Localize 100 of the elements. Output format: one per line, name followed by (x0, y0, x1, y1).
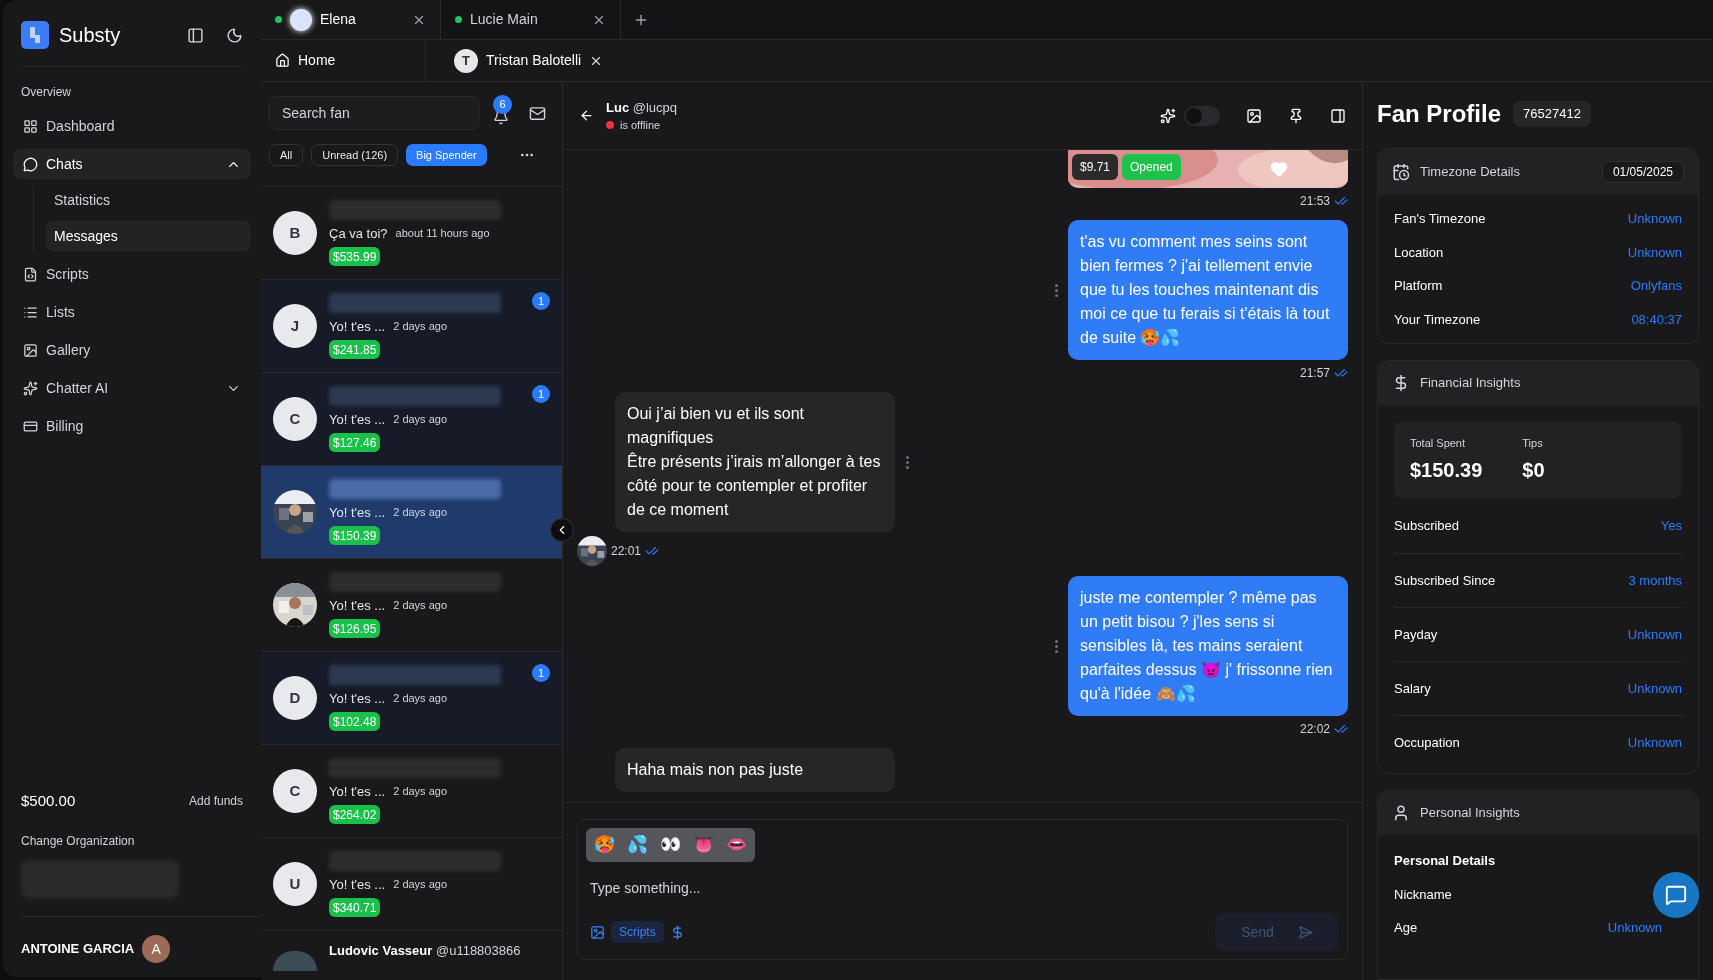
message-time: 21:53 (1299, 193, 1330, 210)
ai-toggle[interactable] (1184, 105, 1220, 126)
mail-icon[interactable] (529, 104, 546, 122)
card-title: Financial Insights (1420, 374, 1521, 393)
filter-chip[interactable]: Unread (126) (311, 144, 399, 166)
field-label: Your Timezone (1394, 310, 1481, 329)
page-tab[interactable]: Tristan Balotelli (486, 50, 582, 71)
price-badge: $9.71 (1072, 154, 1119, 180)
account-tab[interactable]: Elena (261, 0, 441, 39)
nav-item[interactable]: Dashboard (13, 111, 251, 141)
sidebar-toggle-icon[interactable] (187, 26, 204, 44)
panel-title: Fan Profile (1377, 99, 1502, 129)
pin-icon[interactable] (1288, 107, 1304, 124)
filter-chip[interactable]: Big Spender (406, 144, 487, 166)
collapse-button[interactable] (550, 518, 574, 542)
nav-item[interactable]: Chatter AI (13, 373, 251, 403)
message-time: 2 days ago (393, 784, 448, 800)
field-value: Unknown (1627, 625, 1682, 644)
chat-list-item[interactable]: D Yo! t'es ... 2 days ago $102.48 1 (261, 652, 562, 745)
section-heading: Personal Details (1394, 852, 1497, 870)
unread-badge: 1 (532, 385, 550, 403)
emoji-button[interactable]: 💦 (627, 832, 648, 858)
stat-value: $150.39 (1410, 458, 1483, 484)
avatar (273, 951, 317, 971)
message-bubble: t'as vu comment mes seins sont bien fermes ? j'ai tellement envie que tu les touches maintenant dis moi ce que tu ferais si t'étais là tout de suite 🥵💦 (1068, 220, 1348, 360)
message-preview: Yo! t'es ... (329, 317, 386, 336)
nav-item[interactable]: Lists (13, 297, 251, 327)
field-label: Subscribed (1394, 517, 1460, 536)
nav-item[interactable]: Scripts (13, 259, 251, 289)
chat-bubble-icon (1665, 884, 1687, 906)
filter-chip[interactable]: All (269, 144, 304, 166)
unread-badge: 1 (532, 292, 550, 310)
message-menu-icon[interactable] (1054, 283, 1058, 297)
message-bubble: juste me contempler ? même pas un petit bisou ? j'les sens si sensibles là, tes mains seraient parfaites dessus 😈 j' frissonne rien qu'à l'idée 🙈💦 (1068, 576, 1348, 716)
nav-icon (23, 418, 38, 434)
support-chat-button[interactable] (1653, 872, 1699, 918)
field-label: Location (1394, 243, 1444, 262)
avatar: D (273, 676, 317, 720)
field-value: 08:40:37 (1631, 310, 1682, 329)
chat-list-item[interactable]: Yo! t'es ... 2 days ago $150.39 (261, 466, 562, 559)
field-label: Occupation (1394, 733, 1460, 752)
read-receipt-icon (645, 544, 660, 558)
avatar: C (273, 397, 317, 441)
spend-badge: $102.48 (329, 712, 381, 732)
avatar: T (454, 48, 478, 73)
spend-badge: $127.46 (329, 433, 381, 453)
dark-mode-icon[interactable] (226, 26, 243, 44)
user-name: ANTOINE GARCIA (21, 940, 135, 959)
home-icon (275, 53, 290, 68)
user-avatar[interactable]: A (142, 935, 171, 963)
message-preview: Yo! t'es ... (329, 875, 386, 894)
nav-icon (23, 304, 38, 320)
chat-list-item[interactable]: U Yo! t'es ... 2 days ago $340.71 (261, 838, 562, 931)
field-value: Yes (1660, 517, 1682, 536)
panel-icon[interactable] (1330, 107, 1346, 124)
contact-name: Luc @lucpq (606, 98, 678, 117)
chat-list-item[interactable]: C Yo! t'es ... 2 days ago $264.02 (261, 745, 562, 838)
message-input[interactable]: Type something... (586, 878, 1339, 899)
message-preview: Yo! t'es ... (329, 410, 386, 429)
chat-list-item[interactable]: Yo! t'es ... 2 days ago $126.95 (261, 559, 562, 652)
media-message[interactable]: $9.71 Opened (1068, 150, 1348, 188)
message-bubble: Haha mais non pas juste (615, 748, 895, 792)
back-icon[interactable] (579, 108, 594, 123)
date-badge: 01/05/2025 (1601, 161, 1684, 183)
nav-icon (23, 156, 38, 172)
page-tab[interactable]: Home (298, 50, 336, 71)
balance: $500.00 (21, 790, 76, 811)
search-field[interactable]: Search fan (269, 96, 479, 130)
field-label: Salary (1394, 679, 1431, 698)
field-value: Unknown (1627, 243, 1682, 262)
add-funds-link[interactable]: Add funds (188, 791, 243, 810)
nav-subitem[interactable]: Messages (46, 221, 251, 251)
nav-item[interactable]: Billing (13, 411, 251, 441)
nav-item[interactable]: Chats (13, 149, 251, 179)
message-preview: Yo! t'es ... (329, 782, 386, 801)
field-label: Payday (1394, 625, 1438, 644)
nav-subitem[interactable]: Statistics (46, 185, 251, 215)
spend-badge: $126.95 (329, 619, 381, 639)
message-menu-icon[interactable] (1054, 639, 1058, 653)
spend-badge: $264.02 (329, 805, 381, 825)
scripts-button[interactable]: Scripts (611, 921, 664, 943)
field-value: Unknown (1607, 919, 1662, 937)
send-icon (1297, 924, 1313, 940)
status-text: is offline (620, 118, 661, 133)
fan-id-badge: 76527412 (1513, 101, 1591, 127)
logo-icon (21, 21, 49, 49)
nav-item[interactable]: Gallery (13, 335, 251, 365)
chat-list-item[interactable]: B Ça va toi? about 11 hours ago $535.99 (261, 187, 562, 280)
card-title: Timezone Details (1420, 163, 1521, 182)
message-preview: Yo! t'es ... (329, 503, 386, 522)
field-label: Platform (1394, 277, 1443, 295)
chat-list-item[interactable]: C Yo! t'es ... 2 days ago $127.46 1 (261, 373, 562, 466)
chat-list-item[interactable]: J Yo! t'es ... 2 days ago $241.85 1 (261, 280, 562, 373)
field-value: Onlyfans (1630, 277, 1682, 295)
message-menu-icon[interactable] (905, 455, 909, 469)
avatar: C (273, 769, 317, 813)
message-preview: Yo! t'es ... (329, 689, 386, 708)
message-preview: Yo! t'es ... (329, 596, 386, 615)
sparkle-icon[interactable] (1160, 107, 1176, 124)
account-tab[interactable]: Lucie Main (441, 0, 621, 39)
